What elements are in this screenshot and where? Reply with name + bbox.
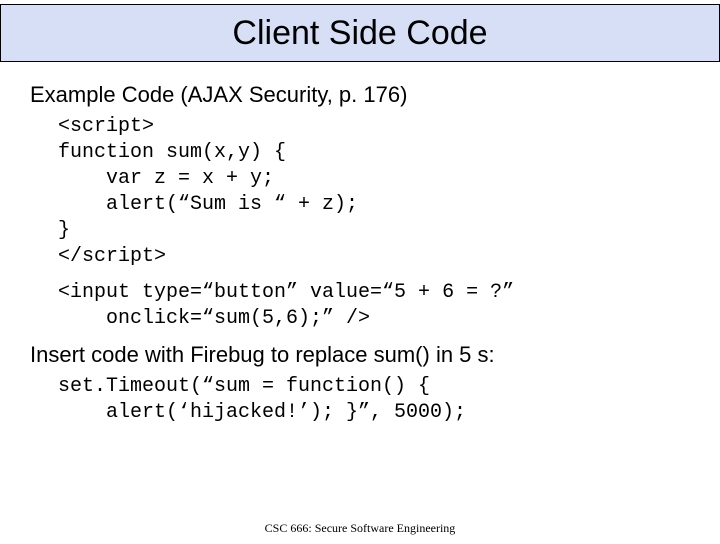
- code-line: set.Timeout(“sum = function() {: [58, 374, 690, 400]
- slide-footer: CSC 666: Secure Software Engineering: [0, 521, 720, 536]
- example-heading: Example Code (AJAX Security, p. 176): [30, 82, 690, 108]
- code-line: onclick=“sum(5,6);” />: [58, 306, 690, 332]
- code-line: <input type=“button” value=“5 + 6 = ?”: [58, 280, 690, 306]
- slide-body: Example Code (AJAX Security, p. 176) <sc…: [0, 62, 720, 426]
- title-bar: Client Side Code: [0, 4, 720, 62]
- code-block-input: <input type=“button” value=“5 + 6 = ?” o…: [58, 280, 690, 332]
- code-block-timeout: set.Timeout(“sum = function() { alert(‘h…: [58, 374, 690, 426]
- code-block-script: <script> function sum(x,y) { var z = x +…: [58, 114, 690, 270]
- firebug-heading: Insert code with Firebug to replace sum(…: [30, 342, 690, 368]
- code-line: alert(‘hijacked!’); }”, 5000);: [58, 400, 690, 426]
- slide-title: Client Side Code: [232, 14, 487, 53]
